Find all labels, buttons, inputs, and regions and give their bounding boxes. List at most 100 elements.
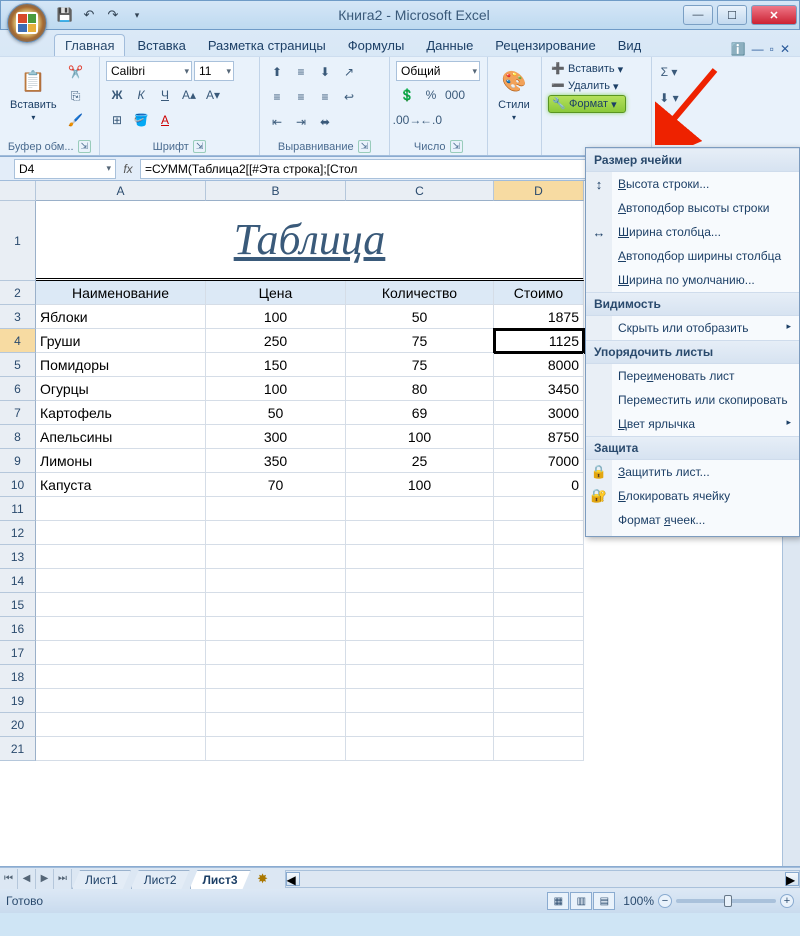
comma-icon[interactable]: 000 bbox=[444, 84, 466, 106]
cell-empty-14-2[interactable] bbox=[346, 569, 494, 593]
tab-home[interactable]: Главная bbox=[54, 34, 125, 56]
number-format-combo[interactable]: Общий bbox=[396, 61, 480, 81]
align-right-icon[interactable]: ≡ bbox=[314, 86, 336, 108]
save-icon[interactable]: 💾 bbox=[55, 5, 75, 25]
decrease-decimal-icon[interactable]: ←.0 bbox=[420, 109, 442, 131]
select-all-corner[interactable] bbox=[0, 181, 36, 201]
cell-price-7[interactable]: 50 bbox=[206, 401, 346, 425]
row-head-3[interactable]: 3 bbox=[0, 305, 36, 329]
row-head-19[interactable]: 19 bbox=[0, 689, 36, 713]
row-head-20[interactable]: 20 bbox=[0, 713, 36, 737]
cell-empty-21-3[interactable] bbox=[494, 737, 584, 761]
cell-empty-16-2[interactable] bbox=[346, 617, 494, 641]
clipboard-dialog-icon[interactable]: ⇲ bbox=[78, 140, 92, 153]
cell-empty-19-2[interactable] bbox=[346, 689, 494, 713]
font-dialog-icon[interactable]: ⇲ bbox=[193, 140, 207, 153]
menu-lock-cell[interactable]: 🔐Блокировать ячейку bbox=[586, 484, 799, 508]
row-head-16[interactable]: 16 bbox=[0, 617, 36, 641]
row-head-12[interactable]: 12 bbox=[0, 521, 36, 545]
cell-empty-18-3[interactable] bbox=[494, 665, 584, 689]
sheet-tab-1[interactable]: Лист1 bbox=[72, 870, 131, 889]
cell-price-10[interactable]: 70 bbox=[206, 473, 346, 497]
cell-empty-21-2[interactable] bbox=[346, 737, 494, 761]
tab-formulas[interactable]: Формулы bbox=[338, 35, 415, 56]
increase-decimal-icon[interactable]: .00→ bbox=[396, 109, 418, 131]
row-head-5[interactable]: 5 bbox=[0, 353, 36, 377]
font-name-combo[interactable]: Calibri bbox=[106, 61, 192, 81]
fill-color-icon[interactable]: 🪣 bbox=[130, 109, 152, 131]
cell-empty-18-1[interactable] bbox=[206, 665, 346, 689]
cell-empty-11-0[interactable] bbox=[36, 497, 206, 521]
horizontal-scrollbar[interactable]: ◀ ▶ bbox=[285, 870, 800, 888]
minimize-button[interactable]: — bbox=[683, 5, 713, 25]
cell-empty-13-3[interactable] bbox=[494, 545, 584, 569]
clear-icon[interactable]: 🧹 bbox=[658, 113, 680, 135]
cell-empty-18-2[interactable] bbox=[346, 665, 494, 689]
fill-icon[interactable]: ⬇ ▾ bbox=[658, 87, 680, 109]
cell-empty-20-3[interactable] bbox=[494, 713, 584, 737]
cell-qty-5[interactable]: 75 bbox=[346, 353, 494, 377]
page-break-view-icon[interactable]: ▤ bbox=[593, 892, 615, 910]
number-dialog-icon[interactable]: ⇲ bbox=[450, 140, 464, 153]
cell-empty-16-3[interactable] bbox=[494, 617, 584, 641]
cell-empty-20-1[interactable] bbox=[206, 713, 346, 737]
menu-default-width[interactable]: Ширина по умолчанию... bbox=[586, 268, 799, 292]
insert-cells-button[interactable]: ➕Вставить ▾ bbox=[548, 61, 626, 77]
menu-autofit-row[interactable]: Автоподбор высоты строки bbox=[586, 196, 799, 220]
row-head-1[interactable]: 1 bbox=[0, 201, 36, 281]
increase-indent-icon[interactable]: ⇥ bbox=[290, 111, 312, 133]
cell-header-1[interactable]: Цена bbox=[206, 281, 346, 305]
cell-qty-7[interactable]: 69 bbox=[346, 401, 494, 425]
sheet-nav-prev-icon[interactable]: ◀ bbox=[18, 869, 36, 889]
fx-icon[interactable]: fx bbox=[116, 162, 140, 176]
merge-icon[interactable]: ⬌ bbox=[314, 111, 336, 133]
menu-move-copy[interactable]: Переместить или скопировать bbox=[586, 388, 799, 412]
cell-cost-9[interactable]: 7000 bbox=[494, 449, 584, 473]
cell-header-2[interactable]: Количество bbox=[346, 281, 494, 305]
cell-empty-12-3[interactable] bbox=[494, 521, 584, 545]
cell-empty-20-0[interactable] bbox=[36, 713, 206, 737]
borders-icon[interactable]: ⊞ bbox=[106, 109, 128, 131]
cell-qty-3[interactable]: 50 bbox=[346, 305, 494, 329]
row-head-14[interactable]: 14 bbox=[0, 569, 36, 593]
cut-icon[interactable]: ✂️ bbox=[65, 61, 87, 83]
cell-name-4[interactable]: Груши bbox=[36, 329, 206, 353]
zoom-in-icon[interactable]: + bbox=[780, 894, 794, 908]
cell-empty-18-0[interactable] bbox=[36, 665, 206, 689]
maximize-button[interactable]: ☐ bbox=[717, 5, 747, 25]
row-head-11[interactable]: 11 bbox=[0, 497, 36, 521]
new-sheet-icon[interactable]: ✸ bbox=[251, 871, 275, 887]
cell-header-0[interactable]: Наименование bbox=[36, 281, 206, 305]
cell-qty-8[interactable]: 100 bbox=[346, 425, 494, 449]
close-button[interactable]: ✕ bbox=[751, 5, 797, 25]
cell-header-3[interactable]: Стоимо bbox=[494, 281, 584, 305]
cell-cost-3[interactable]: 1875 bbox=[494, 305, 584, 329]
row-head-13[interactable]: 13 bbox=[0, 545, 36, 569]
page-layout-view-icon[interactable]: ▥ bbox=[570, 892, 592, 910]
col-head-B[interactable]: B bbox=[206, 181, 346, 201]
col-head-D[interactable]: D bbox=[494, 181, 584, 201]
cell-qty-10[interactable]: 100 bbox=[346, 473, 494, 497]
cell-title[interactable]: Таблица bbox=[36, 201, 584, 281]
tab-view[interactable]: Вид bbox=[608, 35, 652, 56]
cell-empty-19-1[interactable] bbox=[206, 689, 346, 713]
cell-cost-4[interactable]: 1125 bbox=[494, 329, 584, 353]
cell-name-6[interactable]: Огурцы bbox=[36, 377, 206, 401]
cell-empty-15-1[interactable] bbox=[206, 593, 346, 617]
tab-data[interactable]: Данные bbox=[416, 35, 483, 56]
cell-empty-13-1[interactable] bbox=[206, 545, 346, 569]
cell-name-7[interactable]: Картофель bbox=[36, 401, 206, 425]
tab-review[interactable]: Рецензирование bbox=[485, 35, 605, 56]
cell-empty-16-0[interactable] bbox=[36, 617, 206, 641]
cell-empty-14-3[interactable] bbox=[494, 569, 584, 593]
cell-cost-8[interactable]: 8750 bbox=[494, 425, 584, 449]
alignment-dialog-icon[interactable]: ⇲ bbox=[358, 140, 372, 153]
row-head-15[interactable]: 15 bbox=[0, 593, 36, 617]
help-icon[interactable]: ℹ️ bbox=[731, 42, 746, 56]
cell-empty-21-1[interactable] bbox=[206, 737, 346, 761]
undo-icon[interactable]: ↶ bbox=[79, 5, 99, 25]
cell-empty-12-2[interactable] bbox=[346, 521, 494, 545]
cell-empty-13-2[interactable] bbox=[346, 545, 494, 569]
currency-icon[interactable]: 💲 bbox=[396, 84, 418, 106]
cell-empty-13-0[interactable] bbox=[36, 545, 206, 569]
